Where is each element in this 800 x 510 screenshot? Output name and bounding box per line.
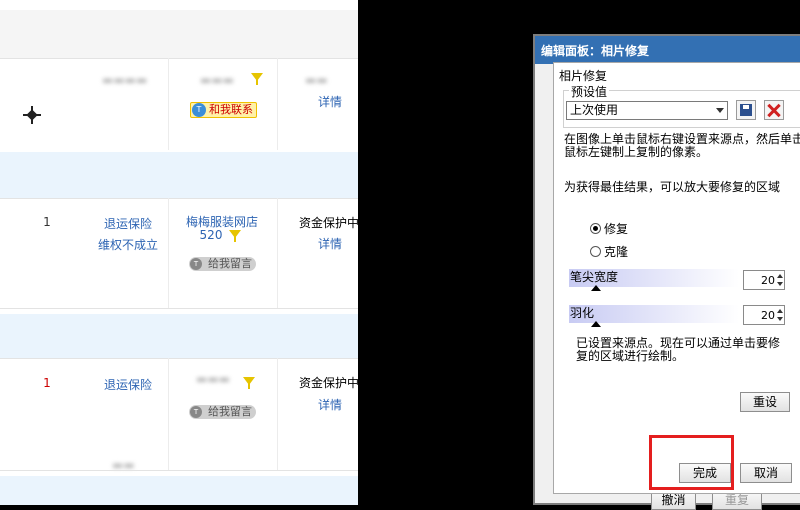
brush-width-spinner[interactable]: 20 xyxy=(743,270,785,290)
save-preset-icon[interactable] xyxy=(736,100,756,120)
divider xyxy=(0,358,358,359)
fund-protection-text: 资金保护中 xyxy=(299,376,358,390)
store-name-link[interactable]: 梅梅服装网店 xyxy=(167,215,277,229)
blurred-store-name: ▬▬▬ xyxy=(196,372,231,386)
reset-button[interactable]: 重设 xyxy=(740,392,790,412)
blurred-text: ▬▬▬ xyxy=(200,73,235,87)
order-list-page: ▬▬▬▬ ▬▬▬ ▬▬ T 和我联系 详情 1 退运保险 维权不成立 梅梅服装网… xyxy=(0,0,358,505)
filter-icon[interactable] xyxy=(251,73,263,85)
clone-radio[interactable] xyxy=(590,246,601,257)
spin-up-icon[interactable] xyxy=(777,309,783,313)
leave-message-badge[interactable]: T 给我留言 xyxy=(189,257,256,271)
feather-label: 羽化 xyxy=(570,306,595,320)
leave-message-badge[interactable]: T 给我留言 xyxy=(189,405,256,419)
chat-icon: T xyxy=(190,406,202,418)
section-separator xyxy=(0,10,358,58)
detail-link[interactable]: 详情 xyxy=(312,235,348,252)
store-number: 520 xyxy=(199,228,223,242)
message-badge-label: 给我留言 xyxy=(208,405,252,418)
blurred-text: ▬▬▬▬ xyxy=(102,73,148,87)
section-label: 相片修复 xyxy=(559,69,608,83)
status-text: 复的区域进行绘制。 xyxy=(576,349,685,363)
spin-up-icon[interactable] xyxy=(777,274,783,278)
column-divider xyxy=(277,358,278,470)
quantity: 1 xyxy=(43,376,51,390)
brush-width-label: 笔尖宽度 xyxy=(570,270,619,284)
spin-down-icon[interactable] xyxy=(777,317,783,321)
repair-radio-label[interactable]: 修复 xyxy=(604,222,628,236)
feather-thumb[interactable] xyxy=(591,321,602,327)
best-result-hint: 为获得最佳结果，可以放大要修复的区域 xyxy=(564,180,781,194)
filter-icon[interactable] xyxy=(229,230,241,242)
feather-value: 20 xyxy=(761,309,775,322)
divider xyxy=(0,198,358,199)
quantity: 1 xyxy=(43,215,51,229)
filter-icon[interactable] xyxy=(243,377,255,389)
divider xyxy=(0,470,358,471)
divider xyxy=(0,308,358,309)
preset-selected-value: 上次使用 xyxy=(570,103,619,117)
brush-width-thumb[interactable] xyxy=(591,285,602,291)
instruction-text: 鼠标左键制上复制的像素。 xyxy=(564,145,709,159)
feather-spinner[interactable]: 20 xyxy=(743,305,785,325)
fund-protection-text: 资金保护中 xyxy=(299,216,358,230)
chevron-down-icon xyxy=(716,108,724,113)
column-divider xyxy=(277,198,278,308)
order-header-band xyxy=(0,476,358,505)
instruction-text: 在图像上单击鼠标右键设置来源点，然后单击 xyxy=(564,132,800,146)
preset-select[interactable]: 上次使用 xyxy=(566,101,728,120)
status-text: 已设置来源点。现在可以通过单击要修 xyxy=(576,336,781,350)
divider xyxy=(0,58,358,59)
column-divider xyxy=(277,58,278,150)
done-highlight-box xyxy=(649,435,734,490)
preset-group-label: 预设值 xyxy=(569,83,610,100)
clone-radio-label[interactable]: 克隆 xyxy=(604,245,628,259)
chat-icon: T xyxy=(192,103,206,117)
contact-me-badge[interactable]: T 和我联系 xyxy=(190,102,257,118)
blurred-text: ▬▬ xyxy=(305,73,328,87)
chat-icon: T xyxy=(190,258,202,270)
column-divider xyxy=(168,358,169,470)
repair-radio[interactable] xyxy=(590,223,601,234)
contact-badge-label: 和我联系 xyxy=(209,103,253,116)
order-header-band xyxy=(0,152,358,198)
message-badge-label: 给我留言 xyxy=(208,257,252,270)
brush-width-value: 20 xyxy=(761,274,775,287)
spin-down-icon[interactable] xyxy=(777,282,783,286)
delete-preset-icon[interactable] xyxy=(764,100,784,120)
return-insurance-link[interactable]: 退运保险 xyxy=(88,376,168,393)
detail-link[interactable]: 详情 xyxy=(312,396,348,413)
column-divider xyxy=(168,58,169,150)
detail-link[interactable]: 详情 xyxy=(312,93,348,110)
crosshair-cursor-icon xyxy=(23,106,41,124)
cancel-button[interactable]: 取消 xyxy=(740,463,792,483)
order-header-band xyxy=(0,314,358,358)
